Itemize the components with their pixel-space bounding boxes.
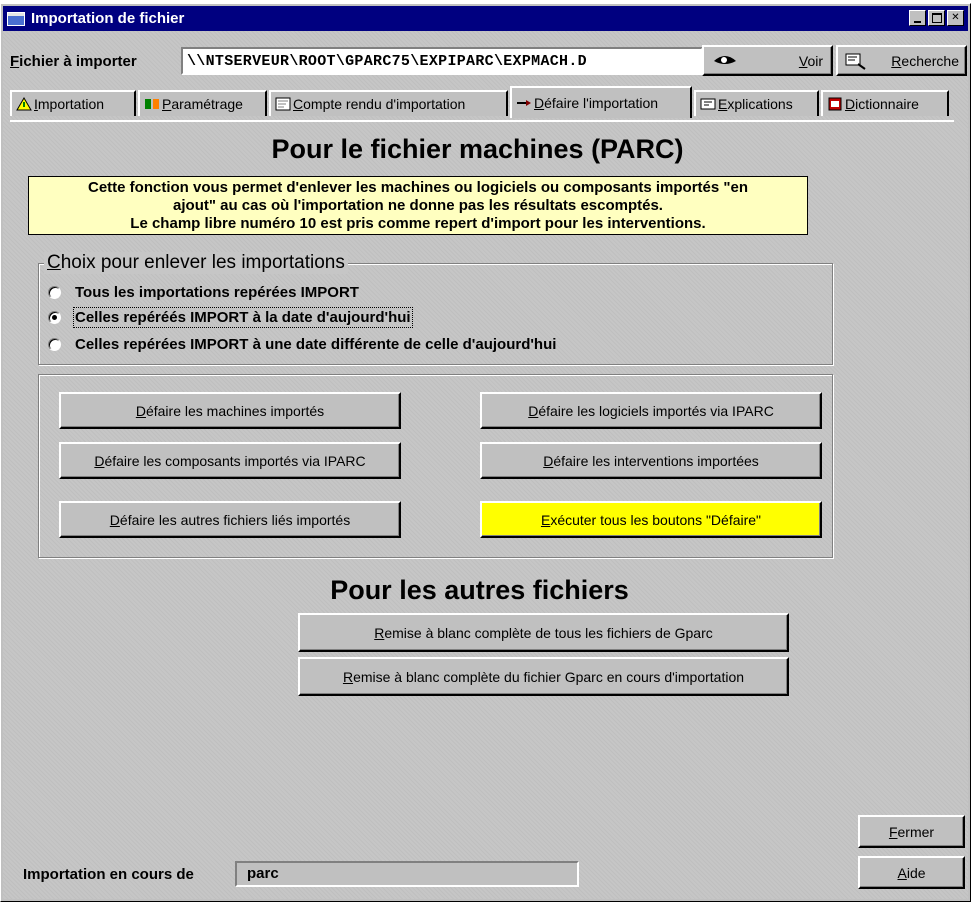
fermer-button[interactable]: Fermer <box>858 815 965 848</box>
parameters-icon <box>145 99 159 109</box>
window-controls: ✕ <box>909 10 964 26</box>
radio-label: Celles repéréés IMPORT à la date d'aujou… <box>73 306 413 328</box>
tab-panel-edge <box>10 120 954 122</box>
executer-tous-button[interactable]: Exécuter tous les boutons "Défaire" <box>480 501 822 538</box>
dictionary-icon <box>828 97 842 111</box>
title-bar[interactable]: Importation de fichier ✕ <box>3 6 968 31</box>
warning-triangle-icon <box>16 97 32 111</box>
report-icon <box>275 97 291 111</box>
defaire-composants-button[interactable]: Défaire les composants importés via IPAR… <box>59 442 401 479</box>
status-label: Importation en cours de <box>23 866 194 883</box>
radio-tous[interactable]: Tous les importations repérées IMPORT <box>48 281 359 303</box>
note-line: Le champ libre numéro 10 est pris comme … <box>130 215 706 232</box>
remise-blanc-tous-button[interactable]: Remise à blanc complète de tous les fich… <box>298 613 789 652</box>
window-title: Importation de fichier <box>31 10 185 27</box>
tab-parametrage[interactable]: Paramétrage <box>138 90 267 116</box>
file-label: Fichier à importer <box>10 52 137 70</box>
heading-machines: Pour le fichier machines (PARC) <box>271 134 684 164</box>
tab-defaire-importation[interactable]: Défaire l'importation <box>510 86 692 118</box>
recherche-button[interactable]: Recherche <box>836 45 967 76</box>
radio-button-selected[interactable] <box>48 310 61 324</box>
radio-label: Celles repérées IMPORT à une date différ… <box>75 335 557 353</box>
maximize-button[interactable] <box>928 10 945 26</box>
note-line: Cette fonction vous permet d'enlever les… <box>88 179 748 196</box>
radio-autre-date[interactable]: Celles repérées IMPORT à une date différ… <box>48 333 556 355</box>
voir-button[interactable]: Voir <box>702 45 833 76</box>
radio-button[interactable] <box>48 337 61 351</box>
tab-explications[interactable]: Explications <box>694 90 819 116</box>
defaire-logiciels-button[interactable]: Défaire les logiciels importés via IPARC <box>480 392 822 429</box>
remise-blanc-courant-button[interactable]: Remise à blanc complète du fichier Gparc… <box>298 657 789 696</box>
file-row: Fichier à importer <box>10 46 137 76</box>
radio-aujourdhui[interactable]: Celles repéréés IMPORT à la date d'aujou… <box>48 306 413 328</box>
app-icon <box>7 11 25 26</box>
note-line: ajout" au cas où l'importation ne donne … <box>173 197 663 214</box>
defaire-autres-button[interactable]: Défaire les autres fichiers liés importé… <box>59 501 401 538</box>
help-icon <box>700 98 716 110</box>
tab-dictionnaire[interactable]: Dictionnaire <box>821 90 949 116</box>
close-button[interactable]: ✕ <box>947 10 964 26</box>
status-value: parc <box>235 861 579 887</box>
defaire-interventions-button[interactable]: Défaire les interventions importées <box>480 442 822 479</box>
radio-button[interactable] <box>48 285 61 299</box>
file-path-input[interactable]: \\NTSERVEUR\ROOT\GPARC75\EXPIPARC\EXPMAC… <box>181 47 703 75</box>
search-document-icon <box>845 53 866 70</box>
aide-button[interactable]: Aide <box>858 856 965 889</box>
radio-label: Tous les importations repérées IMPORT <box>75 283 359 301</box>
info-note: Cette fonction vous permet d'enlever les… <box>28 176 808 235</box>
tab-importation[interactable]: Importation <box>10 90 136 116</box>
tab-compte-rendu[interactable]: Compte rendu d'importation <box>269 90 508 116</box>
minimize-button[interactable] <box>909 10 926 26</box>
undo-arrow-icon <box>517 100 531 106</box>
choice-group-title: Choix pour enlever les importations <box>44 252 348 274</box>
defaire-machines-button[interactable]: Défaire les machines importés <box>59 392 401 429</box>
heading-autres: Pour les autres fichiers <box>330 575 629 605</box>
eye-icon <box>714 55 736 64</box>
